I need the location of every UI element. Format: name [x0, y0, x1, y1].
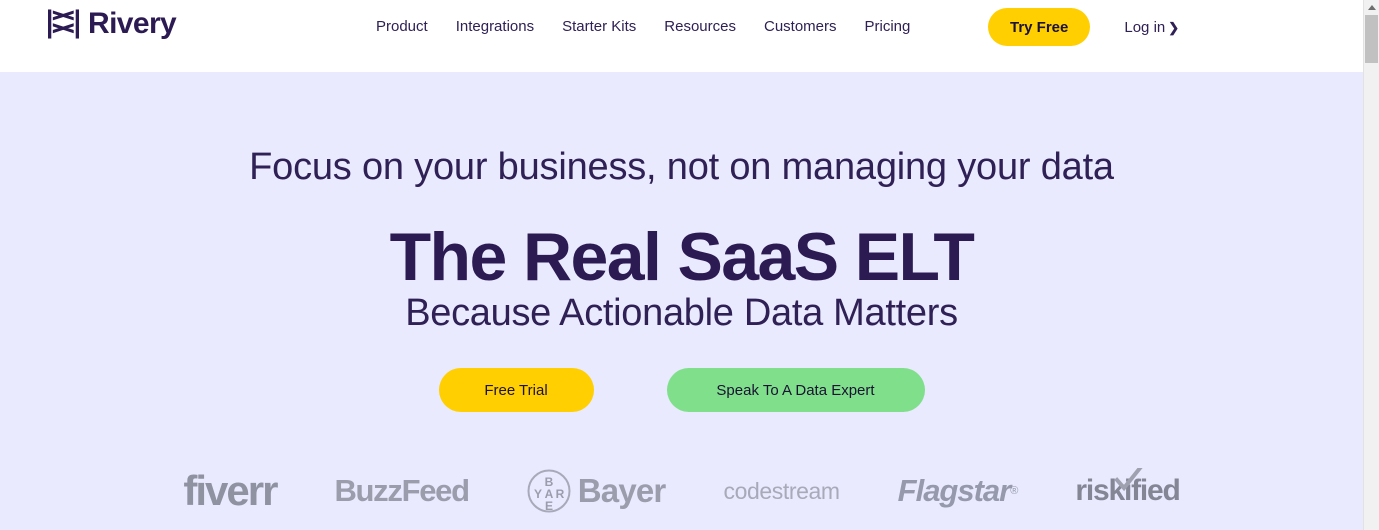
brand-logo-link[interactable]: Rivery — [48, 7, 177, 40]
client-logo-flagstar: Flagstar ® — [897, 468, 1019, 514]
bayer-cross-icon: B A Y R E — [527, 469, 571, 513]
login-label: Log in — [1124, 18, 1166, 36]
hero-eyebrow: Focus on your business, not on managing … — [249, 146, 1114, 188]
page-viewport: Rivery Product Integrations Starter Kits… — [0, 0, 1363, 530]
registered-trademark-icon: ® — [1010, 485, 1018, 497]
svg-text:R: R — [555, 487, 564, 501]
hero-section: Focus on your business, not on managing … — [0, 72, 1363, 530]
nav-item-starter-kits[interactable]: Starter Kits — [548, 17, 650, 37]
hero-title: The Real SaaS ELT — [389, 219, 975, 295]
nav-item-product[interactable]: Product — [362, 17, 442, 37]
try-free-button[interactable]: Try Free — [988, 8, 1091, 46]
chevron-right-icon: ❯ — [1168, 19, 1180, 35]
speak-to-data-expert-button[interactable]: Speak To A Data Expert — [666, 368, 925, 412]
client-logo-flagstar-text: Flagstar — [897, 473, 1012, 508]
client-logo-bayer: B A Y R E Bayer — [527, 468, 666, 514]
vertical-scrollbar[interactable] — [1363, 0, 1379, 530]
main-navigation: Product Integrations Starter Kits Resour… — [362, 17, 924, 37]
nav-item-resources[interactable]: Resources — [650, 17, 750, 37]
client-logo-riskified: riskified — [1075, 468, 1181, 514]
client-logo-strip: fiverr BuzzFeed B A Y R E Bayer codestre… — [0, 468, 1363, 530]
scrollbar-up-button[interactable] — [1364, 0, 1379, 14]
browser-page: Rivery Product Integrations Starter Kits… — [0, 0, 1379, 530]
site-header: Rivery Product Integrations Starter Kits… — [0, 0, 1363, 72]
svg-text:E: E — [545, 499, 553, 513]
header-actions: Try Free Log in ❯ — [988, 8, 1179, 46]
client-logo-codestream: codestream — [723, 477, 840, 504]
client-logo-fiverr: fiverr — [183, 468, 278, 514]
rivery-arrows-icon — [48, 9, 79, 39]
checkmark-icon — [1114, 468, 1143, 492]
svg-text:Y: Y — [534, 487, 542, 501]
hero-subtitle: Because Actionable Data Matters — [405, 292, 958, 334]
scrollbar-thumb[interactable] — [1365, 15, 1378, 63]
free-trial-button[interactable]: Free Trial — [438, 368, 594, 412]
nav-item-pricing[interactable]: Pricing — [851, 17, 925, 37]
nav-item-customers[interactable]: Customers — [750, 17, 851, 37]
scroll-up-arrow-icon — [1367, 4, 1376, 10]
client-logo-bayer-text: Bayer — [577, 472, 667, 509]
login-link[interactable]: Log in ❯ — [1124, 19, 1179, 36]
brand-name: Rivery — [88, 7, 177, 40]
client-logo-buzzfeed: BuzzFeed — [334, 473, 470, 508]
nav-item-integrations[interactable]: Integrations — [442, 17, 548, 37]
hero-cta-group: Free Trial Speak To A Data Expert — [0, 368, 1363, 412]
